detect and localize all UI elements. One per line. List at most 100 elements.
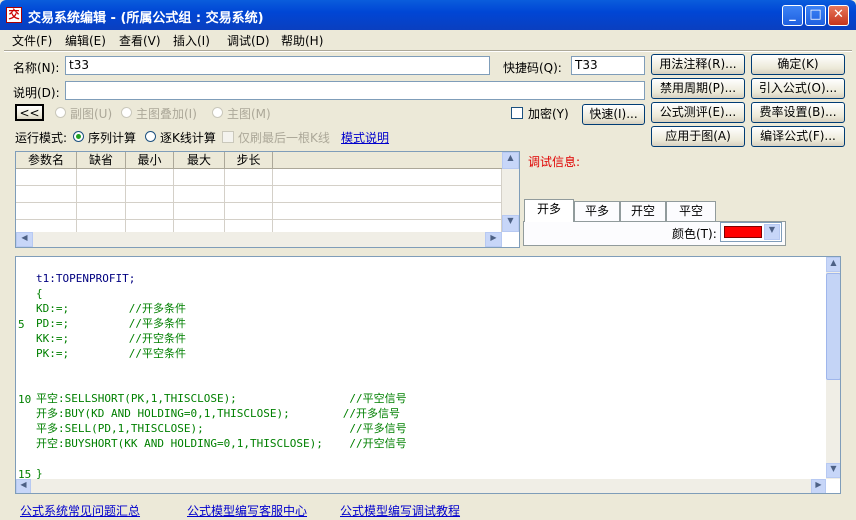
tab-close-long[interactable]: 平多 — [574, 201, 620, 221]
compile-formula-button[interactable]: 编译公式(F)... — [751, 126, 845, 147]
mode-help-link[interactable]: 模式说明 — [341, 129, 389, 146]
ok-button[interactable]: 确定(K) — [751, 54, 845, 75]
column-header-name[interactable]: 参数名 — [16, 152, 77, 169]
table-cell[interactable] — [77, 186, 126, 203]
code-line: KK:=; //开空条件 — [36, 332, 186, 345]
desc-label: 说明(D): — [13, 86, 60, 100]
scroll-down-icon[interactable]: ▼ — [826, 463, 840, 478]
table-cell[interactable] — [174, 203, 225, 220]
scroll-up-icon[interactable]: ▲ — [502, 152, 519, 169]
radio-step-mode[interactable] — [145, 131, 156, 142]
table-cell[interactable] — [225, 203, 273, 220]
grid-vertical-scrollbar[interactable]: ▲ ▼ — [502, 152, 519, 232]
scroll-up-icon[interactable]: ▲ — [826, 257, 840, 272]
tab-close-short[interactable]: 平空 — [666, 201, 716, 221]
scroll-left-icon[interactable]: ◀ — [16, 479, 31, 493]
scroll-down-icon[interactable]: ▼ — [502, 215, 519, 232]
shortcut-label: 快捷码(Q): — [503, 61, 562, 75]
table-cell[interactable] — [273, 169, 502, 186]
parameter-table[interactable]: 参数名 缺省 最小 最大 步长 ▲ ▼ ◀ ▶ — [15, 151, 520, 248]
chevron-down-icon[interactable]: ▼ — [764, 224, 780, 240]
collapse-button[interactable]: << — [15, 104, 44, 121]
table-cell[interactable] — [174, 169, 225, 186]
footer-link-tutorial[interactable]: 公式模型编写调试教程 — [340, 502, 460, 519]
import-formula-button[interactable]: 引入公式(O)... — [751, 78, 845, 99]
editor-horizontal-scrollbar[interactable]: ◀ ▶ — [16, 479, 826, 493]
scroll-left-icon[interactable]: ◀ — [16, 232, 33, 247]
editor-vertical-scrollbar[interactable]: ▲ ▼ — [826, 257, 840, 479]
table-cell[interactable] — [77, 169, 126, 186]
column-header-blank — [273, 152, 502, 169]
sequence-mode-label: 序列计算 — [88, 131, 137, 145]
app-icon: 交 — [6, 7, 22, 23]
scroll-right-icon[interactable]: ▶ — [485, 232, 502, 247]
ban-period-button[interactable]: 禁用周期(P)... — [651, 78, 745, 99]
menu-edit[interactable]: 编辑(E) — [65, 32, 106, 49]
table-cell[interactable] — [16, 203, 77, 220]
code-line: 平空:SELLSHORT(PK,1,THISCLOSE); //平空信号 — [36, 392, 407, 405]
code-line: PD:=; //平多条件 — [36, 317, 186, 330]
last-bar-checkbox[interactable] — [222, 131, 234, 143]
scroll-thumb[interactable] — [826, 273, 840, 380]
tab-open-short[interactable]: 开空 — [620, 201, 666, 221]
menu-file[interactable]: 文件(F) — [12, 32, 52, 49]
minimize-button[interactable]: _ — [782, 5, 803, 26]
column-header-min[interactable]: 最小 — [126, 152, 174, 169]
maximize-button[interactable]: □ — [805, 5, 826, 26]
code-line: PK:=; //平空条件 — [36, 347, 186, 360]
radio-main-overlay-label: 主图叠加(I) — [136, 107, 197, 121]
radio-main-overlay[interactable] — [121, 107, 132, 118]
table-cell[interactable] — [225, 186, 273, 203]
shortcut-input[interactable]: T33 — [571, 56, 645, 75]
menu-view[interactable]: 查看(V) — [119, 32, 161, 49]
footer-link-faq[interactable]: 公式系统常见问题汇总 — [20, 502, 140, 519]
desc-input[interactable] — [65, 81, 645, 100]
close-button[interactable]: ✕ — [828, 5, 849, 26]
color-select[interactable]: ▼ — [720, 222, 782, 242]
column-header-default[interactable]: 缺省 — [77, 152, 126, 169]
step-mode-label: 逐K线计算 — [160, 131, 216, 145]
code-line: 开空:BUYSHORT(KK AND HOLDING=0,1,THISCLOSE… — [36, 437, 407, 450]
encrypt-label: 加密(Y) — [528, 107, 569, 121]
line-number: 5 — [18, 318, 25, 331]
table-cell[interactable] — [126, 203, 174, 220]
menu-separator — [4, 50, 852, 52]
fast-button[interactable]: 快速(I)... — [582, 104, 645, 125]
table-cell[interactable] — [225, 169, 273, 186]
table-cell[interactable] — [126, 186, 174, 203]
code-line: 平多:SELL(PD,1,THISCLOSE); //平多信号 — [36, 422, 407, 435]
radio-sequence-mode[interactable] — [73, 131, 84, 142]
radio-sub-chart-label: 副图(U) — [70, 107, 113, 121]
table-cell[interactable] — [16, 186, 77, 203]
table-cell[interactable] — [273, 186, 502, 203]
radio-main-chart-label: 主图(M) — [227, 107, 271, 121]
table-cell[interactable] — [16, 169, 77, 186]
usage-notes-button[interactable]: 用法注释(R)... — [651, 54, 745, 75]
scroll-right-icon[interactable]: ▶ — [811, 479, 826, 493]
code-line: t1:TOPENPROFIT; — [36, 272, 136, 285]
radio-sub-chart[interactable] — [55, 107, 66, 118]
tab-open-long[interactable]: 开多 — [524, 199, 574, 222]
run-mode-label: 运行模式: — [15, 131, 68, 145]
menu-help[interactable]: 帮助(H) — [281, 32, 323, 49]
code-editor[interactable]: t1:TOPENPROFIT; {KD:=; //开多条件 5 PD:=; //平多条… — [15, 256, 841, 494]
grid-horizontal-scrollbar[interactable]: ◀ ▶ — [16, 232, 502, 247]
radio-main-chart[interactable] — [212, 107, 223, 118]
formula-test-button[interactable]: 公式测评(E)... — [651, 102, 745, 123]
apply-to-chart-button[interactable]: 应用于图(A) — [651, 126, 745, 147]
table-cell[interactable] — [77, 203, 126, 220]
table-cell[interactable] — [126, 169, 174, 186]
menu-insert[interactable]: 插入(I) — [173, 32, 210, 49]
color-label: 颜色(T): — [672, 227, 717, 241]
fee-settings-button[interactable]: 费率设置(B)... — [751, 102, 845, 123]
menu-bar: 文件(F) 编辑(E) 查看(V) 插入(I) 调试(D) 帮助(H) — [0, 30, 856, 50]
window-title: 交易系统编辑 - (所属公式组 : 交易系统) — [28, 11, 264, 26]
table-cell[interactable] — [273, 203, 502, 220]
menu-debug[interactable]: 调试(D) — [227, 32, 270, 49]
footer-link-support[interactable]: 公式模型编写客服中心 — [187, 502, 307, 519]
encrypt-checkbox[interactable] — [511, 107, 523, 119]
column-header-max[interactable]: 最大 — [174, 152, 225, 169]
name-input[interactable]: t33 — [65, 56, 490, 75]
column-header-step[interactable]: 步长 — [225, 152, 273, 169]
table-cell[interactable] — [174, 186, 225, 203]
